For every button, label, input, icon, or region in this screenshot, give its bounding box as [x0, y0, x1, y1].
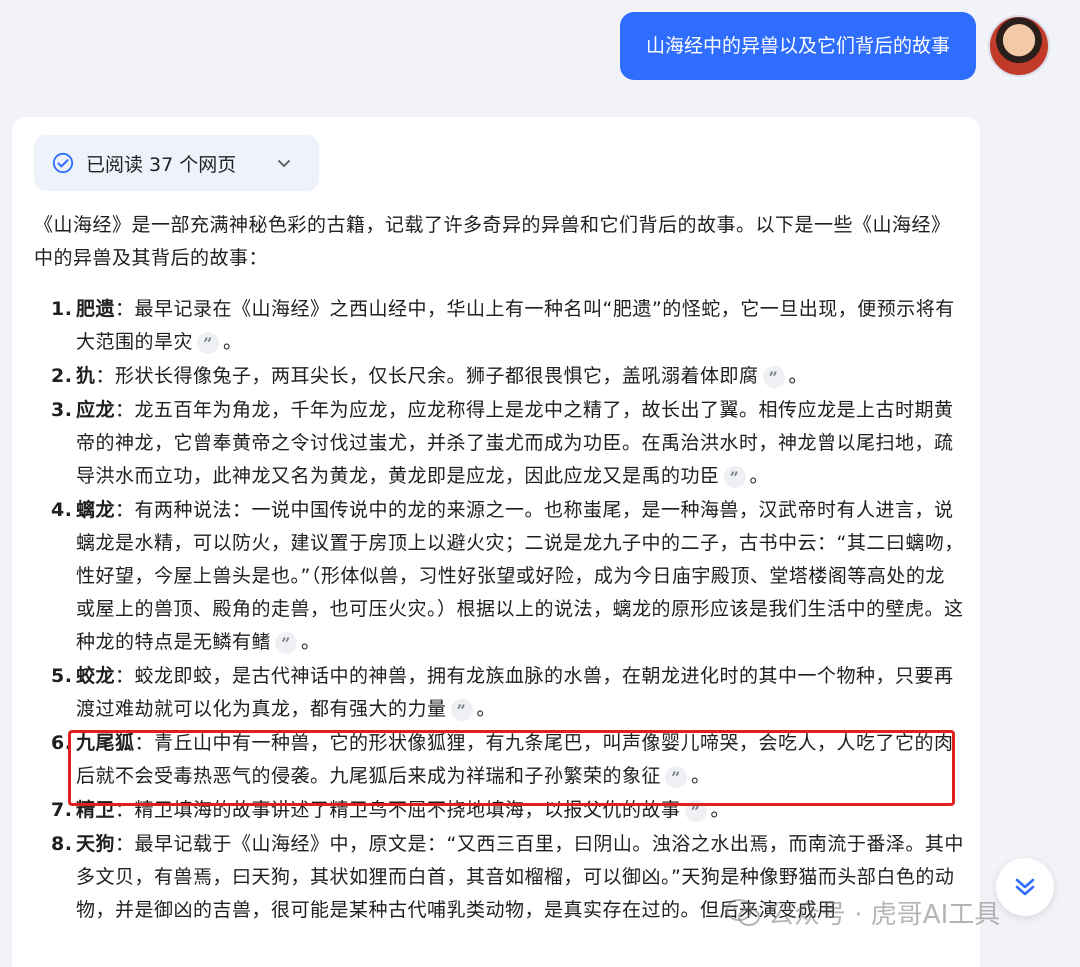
citation-icon[interactable]: ” — [762, 365, 785, 388]
answer-intro: 《山海经》是一部充满神秘色彩的古籍，记载了许多奇异的异兽和它们背后的故事。以下是… — [34, 214, 951, 269]
chevron-down-icon — [278, 160, 290, 168]
item-term: 肥遗 — [76, 298, 116, 320]
item-term: 蛟龙 — [76, 665, 116, 687]
list-item: 3. 应龙：龙五百年为角龙，千年为应龙，应龙称得上是龙中之精了，故长出了翼。相传… — [34, 394, 964, 493]
item-end: 。 — [476, 698, 497, 720]
citation-icon[interactable]: ” — [197, 331, 220, 354]
sources-toggle[interactable]: 已阅读 37 个网页 — [34, 135, 319, 191]
watermark-text: 公众号 · 虎哥AI工具 — [768, 900, 1001, 930]
bottom-fade — [12, 937, 980, 967]
beast-list: 1. 肥遗：最早记录在《山海经》之西山经中，华山上有一种名叫“肥遗”的怪蛇，它一… — [34, 293, 964, 928]
item-number: 5. — [51, 665, 73, 687]
double-chevron-down-icon — [1015, 878, 1035, 896]
item-number: 3. — [51, 399, 73, 421]
check-circle-icon — [52, 152, 74, 174]
user-avatar[interactable] — [988, 15, 1050, 77]
item-term: 犰 — [76, 365, 96, 387]
list-item: 4. 螭龙：有两种说法：一说中国传说中的龙的来源之一。也称蚩尾，是一种海兽，汉武… — [34, 494, 964, 659]
watermark: 公众号 · 虎哥AI工具 — [726, 894, 1000, 931]
item-text: ：形状长得像兔子，两耳尖长，仅长尺余。狮子都很畏惧它，盖吼溺着体即腐 — [95, 365, 759, 387]
item-term: 应龙 — [76, 399, 116, 421]
list-item: 5. 蛟龙：蛟龙即蛟，是古代神话中的神兽，拥有龙族血脉的水兽，在朝龙进化时的其中… — [34, 660, 964, 726]
list-item: 2. 犰：形状长得像兔子，两耳尖长，仅长尺余。狮子都很畏惧它，盖吼溺着体即腐”。 — [34, 360, 964, 393]
citation-icon[interactable]: ” — [723, 465, 746, 488]
item-end: 。 — [301, 631, 321, 653]
wechat-icon — [726, 898, 760, 926]
item-text: ：龙五百年为角龙，千年为应龙，应龙称得上是龙中之精了，故长出了翼。相传应龙是上古… — [76, 399, 954, 487]
item-text: ：蛟龙即蛟，是古代神话中的神兽，拥有龙族血脉的水兽，在朝龙进化时的其中一个物种，… — [76, 665, 954, 720]
item-end: 。 — [223, 331, 243, 353]
item-end: 。 — [788, 365, 809, 387]
item-term: 螭龙 — [76, 499, 116, 521]
answer-card: 已阅读 37 个网页 《山海经》是一部充满神秘色彩的古籍，记载了许多奇异的异兽和… — [12, 117, 980, 967]
list-item: 1. 肥遗：最早记录在《山海经》之西山经中，华山上有一种名叫“肥遗”的怪蛇，它一… — [34, 293, 964, 359]
highlight-annotation-box — [68, 730, 955, 806]
item-number: 4. — [51, 499, 73, 521]
item-number: 2. — [51, 365, 73, 387]
item-end: 。 — [749, 465, 770, 487]
item-number: 1. — [51, 298, 73, 320]
user-message-row: 山海经中的异兽以及它们背后的故事 — [619, 12, 1050, 80]
item-text: ：有两种说法：一说中国传说中的龙的来源之一。也称蚩尾，是一种海兽，汉武帝时有人进… — [76, 499, 964, 653]
citation-icon[interactable]: ” — [450, 698, 473, 721]
scroll-to-bottom-button[interactable] — [996, 858, 1054, 916]
item-term: 天狗 — [76, 833, 116, 855]
item-number: 8. — [51, 833, 73, 855]
sources-label: 已阅读 37 个网页 — [86, 153, 237, 176]
citation-icon[interactable]: ” — [275, 631, 298, 654]
user-message-bubble: 山海经中的异兽以及它们背后的故事 — [619, 12, 976, 80]
